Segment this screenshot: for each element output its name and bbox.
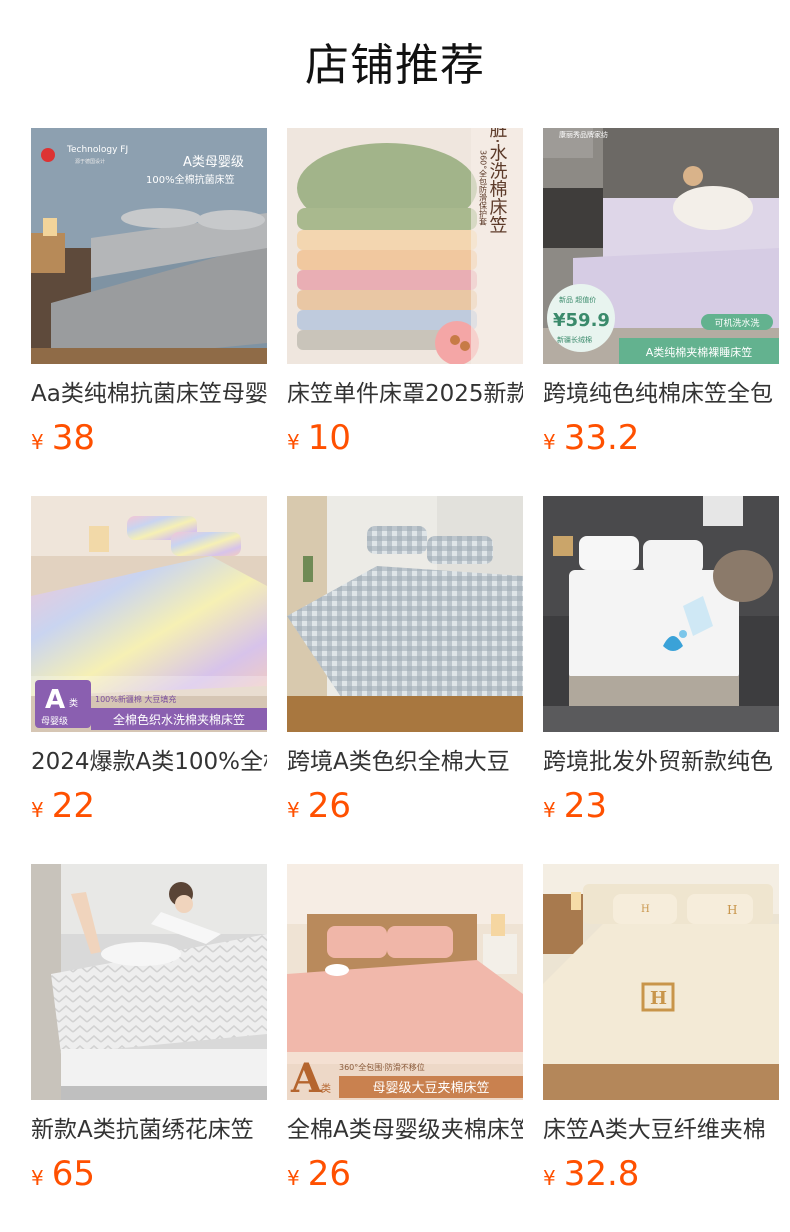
stacked-fitted-sheets-image: 防尘隔脏·水洗棉床笠 360°全包防滑保护套: [287, 128, 523, 364]
image-side-label: 防尘隔脏·水洗棉床笠: [487, 128, 508, 234]
currency-symbol: ¥: [287, 1166, 300, 1190]
gray-quilted-bed-image: Technology FJ 源于德国设计 A类母婴级 100%全棉抗菌床笠: [31, 128, 267, 364]
product-image[interactable]: [287, 496, 523, 732]
svg-text:H: H: [650, 988, 667, 1009]
image-badge-letter: A: [45, 685, 65, 715]
product-name[interactable]: 2024爆款A类100%全棉: [31, 744, 267, 780]
price-value: 65: [51, 1154, 95, 1194]
product-image[interactable]: Technology FJ 源于德国设计 A类母婴级 100%全棉抗菌床笠: [31, 128, 267, 364]
product-price: ¥26: [287, 782, 351, 830]
lavender-quilted-bed-image: 康丽秀品牌家纺 新品 超值价 ¥59.9 新疆长绒棉 可机洗水洗 A类纯棉夹棉裸…: [543, 128, 779, 364]
price-value: 22: [51, 786, 95, 826]
product-price: ¥23: [543, 782, 607, 830]
product-price: ¥38: [31, 414, 95, 462]
product-price: ¥32.8: [543, 1150, 639, 1198]
image-badge-label: 母婴级: [41, 715, 68, 727]
product-price: ¥65: [31, 1150, 95, 1198]
product-price: ¥22: [31, 782, 95, 830]
image-badge: 康丽秀品牌家纺: [559, 130, 608, 139]
price-value: 10: [307, 418, 351, 458]
pink-quilted-bed-image: A 类 360°全包围·防滑不移位 母婴级大豆夹棉床笠: [287, 864, 523, 1100]
svg-text:H: H: [641, 904, 650, 915]
white-waterproof-bed-image: [543, 496, 779, 732]
product-name[interactable]: 跨境纯色纯棉床笠全包: [543, 376, 779, 412]
image-banner: 母婴级大豆夹棉床笠: [372, 1081, 489, 1096]
cream-quilted-bed-image: H H H: [543, 864, 779, 1100]
currency-symbol: ¥: [287, 798, 300, 822]
image-promo-note: 新疆长绒棉: [557, 335, 592, 344]
price-value: 32.8: [563, 1154, 640, 1194]
currency-symbol: ¥: [543, 430, 556, 454]
product-name[interactable]: Aa类纯棉抗菌床笠母婴级: [31, 376, 267, 412]
product-card[interactable]: A 类 母婴级 100%新疆棉 大豆填充 全棉色织水洗棉夹棉床笠 2024爆款A…: [31, 496, 267, 864]
product-card[interactable]: 新款A类抗菌绣花床笠 ¥65: [31, 864, 267, 1232]
product-price: ¥26: [287, 1150, 351, 1198]
page-title: 店铺推荐: [305, 40, 485, 91]
product-name[interactable]: 全棉A类母婴级夹棉床笠: [287, 1112, 523, 1148]
image-subline: 100%全棉抗菌床笠: [146, 173, 235, 186]
currency-symbol: ¥: [31, 1166, 44, 1190]
product-image[interactable]: H H H: [543, 864, 779, 1100]
image-badge-sub: 类: [69, 697, 78, 709]
price-value: 33.2: [563, 418, 640, 458]
rainbow-quilted-bed-image: A 类 母婴级 100%新疆棉 大豆填充 全棉色织水洗棉夹棉床笠: [31, 496, 267, 732]
image-badge-sub: 类: [321, 1082, 331, 1095]
currency-symbol: ¥: [31, 798, 44, 822]
currency-symbol: ¥: [287, 430, 300, 454]
product-name[interactable]: 床笠A类大豆纤维夹棉: [543, 1112, 779, 1148]
currency-symbol: ¥: [31, 430, 44, 454]
product-price: ¥10: [287, 414, 351, 462]
product-grid: Technology FJ 源于德国设计 A类母婴级 100%全棉抗菌床笠 Aa…: [31, 128, 780, 1232]
product-image[interactable]: [543, 496, 779, 732]
product-image[interactable]: A 类 360°全包围·防滑不移位 母婴级大豆夹棉床笠: [287, 864, 523, 1100]
image-badge-letter: A: [290, 1055, 323, 1100]
price-value: 26: [307, 1154, 351, 1194]
brand-text: Technology FJ: [66, 145, 128, 155]
price-value: 23: [563, 786, 607, 826]
product-image[interactable]: A 类 母婴级 100%新疆棉 大豆填充 全棉色织水洗棉夹棉床笠: [31, 496, 267, 732]
image-promo-price: ¥59.9: [553, 310, 610, 331]
currency-symbol: ¥: [543, 798, 556, 822]
white-embroidered-mattress-image: [31, 864, 267, 1100]
product-name[interactable]: 新款A类抗菌绣花床笠: [31, 1112, 267, 1148]
price-value: 26: [307, 786, 351, 826]
product-card[interactable]: H H H 床笠A类大豆纤维夹棉 ¥32.8: [543, 864, 779, 1232]
image-headline: A类母婴级: [183, 155, 244, 170]
image-banner: A类纯棉夹棉裸睡床笠: [646, 345, 753, 359]
price-value: 38: [51, 418, 95, 458]
image-note: 360°全包围·防滑不移位: [339, 1062, 425, 1072]
product-card[interactable]: 防尘隔脏·水洗棉床笠 360°全包防滑保护套 床笠单件床罩2025新款 ¥10: [287, 128, 523, 496]
currency-symbol: ¥: [543, 1166, 556, 1190]
image-banner: 全棉色织水洗棉夹棉床笠: [113, 712, 245, 727]
product-card[interactable]: A 类 360°全包围·防滑不移位 母婴级大豆夹棉床笠 全棉A类母婴级夹棉床笠 …: [287, 864, 523, 1232]
image-note: 100%新疆棉 大豆填充: [95, 694, 176, 704]
svg-text:H: H: [727, 903, 737, 917]
product-card[interactable]: 康丽秀品牌家纺 新品 超值价 ¥59.9 新疆长绒棉 可机洗水洗 A类纯棉夹棉裸…: [543, 128, 779, 496]
image-promo-small: 新品 超值价: [559, 295, 596, 304]
product-card[interactable]: 跨境批发外贸新款纯色 ¥23: [543, 496, 779, 864]
product-card[interactable]: Technology FJ 源于德国设计 A类母婴级 100%全棉抗菌床笠 Aa…: [31, 128, 267, 496]
product-name[interactable]: 床笠单件床罩2025新款: [287, 376, 523, 412]
product-name[interactable]: 跨境批发外贸新款纯色: [543, 744, 779, 780]
image-side-small: 360°全包防滑保护套: [479, 150, 488, 226]
product-price: ¥33.2: [543, 414, 639, 462]
product-card[interactable]: 跨境A类色织全棉大豆 ¥26: [287, 496, 523, 864]
product-image[interactable]: 防尘隔脏·水洗棉床笠 360°全包防滑保护套: [287, 128, 523, 364]
product-name[interactable]: 跨境A类色织全棉大豆: [287, 744, 523, 780]
brand-sub-text: 源于德国设计: [75, 158, 105, 165]
image-tag: 可机洗水洗: [714, 317, 759, 329]
product-image[interactable]: [31, 864, 267, 1100]
product-image[interactable]: 康丽秀品牌家纺 新品 超值价 ¥59.9 新疆长绒棉 可机洗水洗 A类纯棉夹棉裸…: [543, 128, 779, 364]
blue-gingham-bed-image: [287, 496, 523, 732]
